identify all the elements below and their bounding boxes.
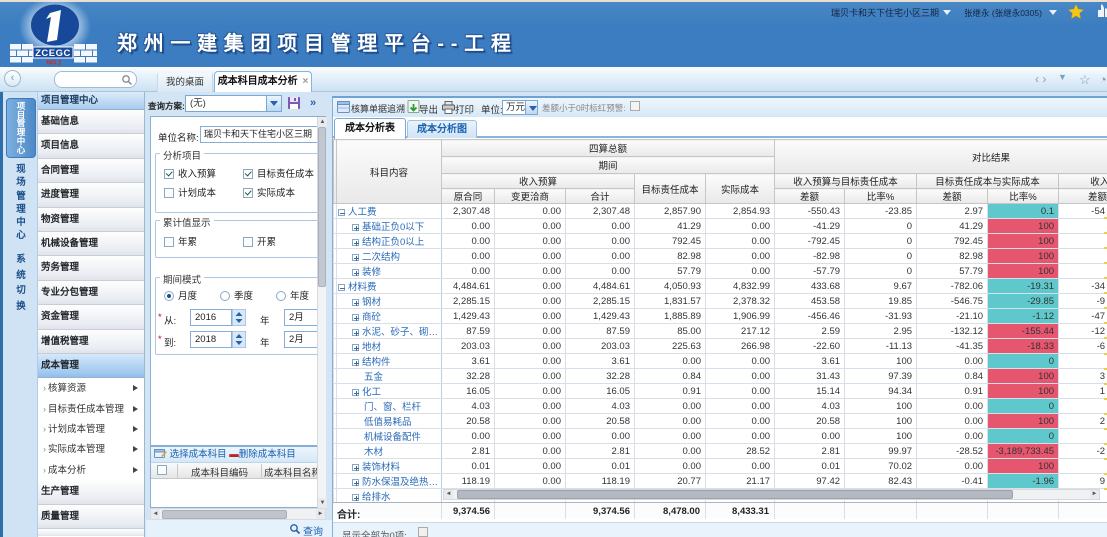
svg-text:NO.1: NO.1 (46, 60, 62, 67)
svg-text:ZCEGC: ZCEGC (35, 48, 71, 59)
